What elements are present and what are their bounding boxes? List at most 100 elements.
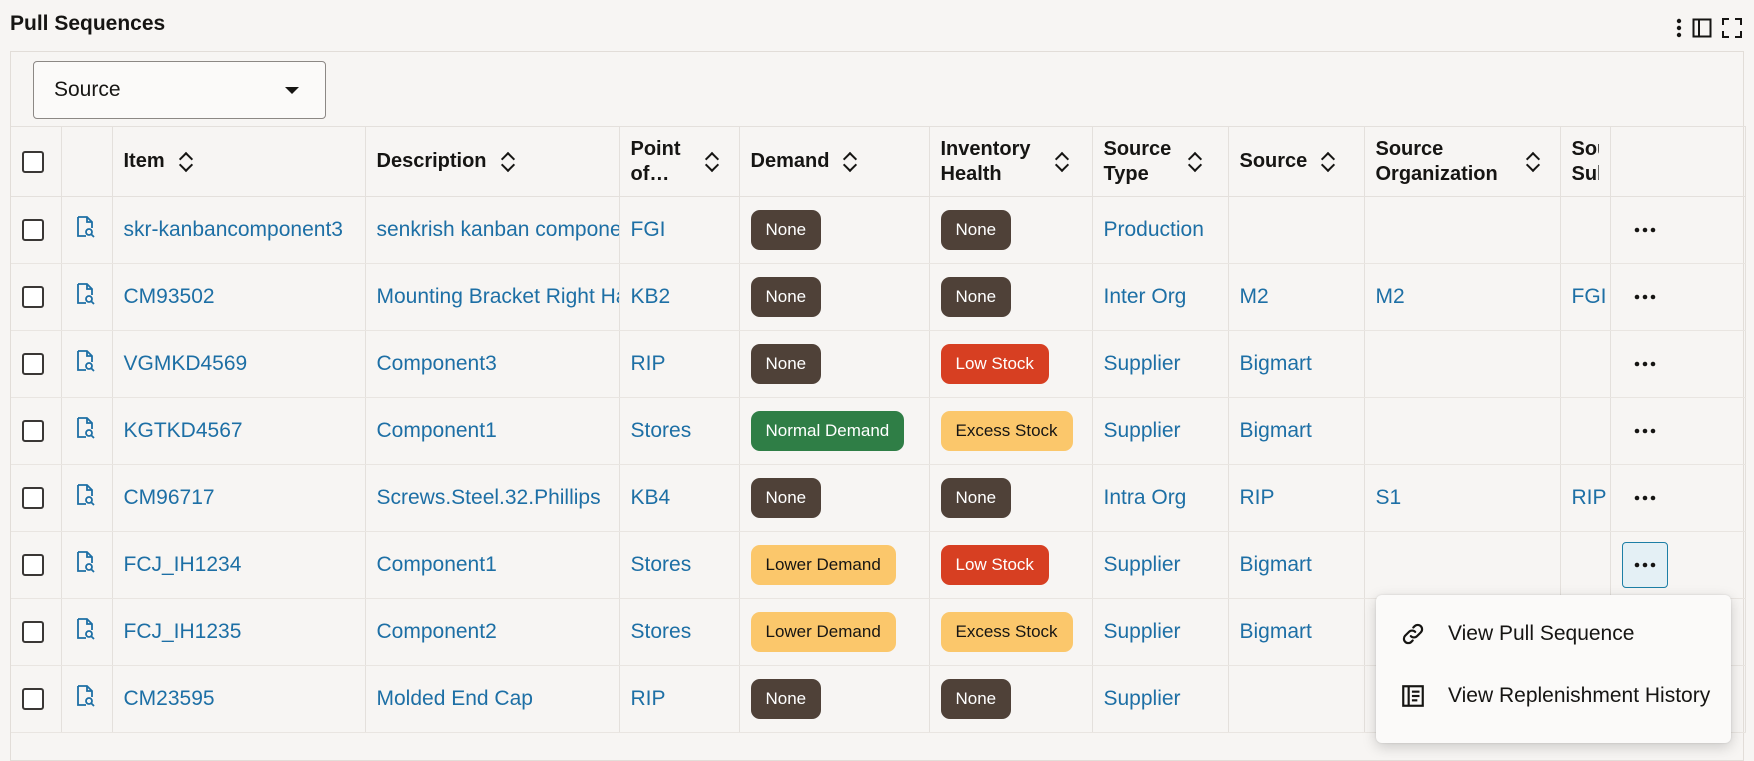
table-row[interactable]: KGTKD4567 Component1 Stores Normal Demand Ex… xyxy=(11,397,1746,465)
filter-select[interactable]: Source xyxy=(33,61,326,119)
description-link[interactable]: senkrish kanban component 3 xyxy=(377,218,619,241)
row-checkbox[interactable] xyxy=(22,420,44,443)
point-of-use-link[interactable]: FGI xyxy=(631,218,666,241)
row-checkbox[interactable] xyxy=(22,688,44,711)
column-header-point-of-use[interactable]: Point of… xyxy=(619,126,740,197)
actions-header xyxy=(1609,126,1746,197)
sort-icon[interactable] xyxy=(1321,151,1335,173)
row-checkbox[interactable] xyxy=(22,286,44,309)
item-link[interactable]: CM96717 xyxy=(124,486,215,509)
row-actions-button[interactable] xyxy=(1622,408,1668,454)
source-link[interactable]: Bigmart xyxy=(1240,553,1312,576)
column-header-inventory-health[interactable]: Inventory Health xyxy=(929,126,1093,197)
source-type-link[interactable]: Supplier xyxy=(1104,687,1181,710)
item-link[interactable]: FCJ_IH1235 xyxy=(124,620,242,643)
document-search-icon[interactable] xyxy=(73,282,97,306)
description-link[interactable]: Component2 xyxy=(377,620,497,643)
source-subinventory-link[interactable]: RIP xyxy=(1572,486,1607,509)
column-header-source-subinventory[interactable]: Source Subi xyxy=(1560,126,1611,197)
fullscreen-icon[interactable] xyxy=(1722,16,1742,40)
document-search-icon[interactable] xyxy=(73,550,97,574)
source-organization-link[interactable]: M2 xyxy=(1376,285,1405,308)
item-link[interactable]: CM23595 xyxy=(124,687,215,710)
menu-item-view-replenishment-history[interactable]: View Replenishment History xyxy=(1376,665,1731,727)
sort-icon[interactable] xyxy=(1526,151,1540,173)
description-link[interactable]: Component1 xyxy=(377,419,497,442)
sort-icon[interactable] xyxy=(843,151,857,173)
point-of-use-link[interactable]: Stores xyxy=(631,553,692,576)
row-checkbox[interactable] xyxy=(22,554,44,577)
inventory-health-badge: None xyxy=(940,277,1012,317)
source-type-link[interactable]: Supplier xyxy=(1104,620,1181,643)
source-link[interactable]: Bigmart xyxy=(1240,352,1312,375)
document-search-icon[interactable] xyxy=(73,617,97,641)
sort-icon[interactable] xyxy=(501,151,515,173)
row-checkbox[interactable] xyxy=(22,621,44,644)
item-link[interactable]: KGTKD4567 xyxy=(124,419,243,442)
document-search-icon[interactable] xyxy=(73,416,97,440)
source-type-link[interactable]: Production xyxy=(1104,218,1204,241)
sort-icon[interactable] xyxy=(1055,151,1069,173)
panel-toggle-icon[interactable] xyxy=(1692,16,1712,40)
description-link[interactable]: Component1 xyxy=(377,553,497,576)
row-checkbox[interactable] xyxy=(22,353,44,376)
table-row[interactable]: VGMKD4569 Component3 RIP None Low Stock Suppl… xyxy=(11,330,1746,398)
menu-item-view-pull-sequence[interactable]: View Pull Sequence xyxy=(1376,603,1731,665)
column-header-demand[interactable]: Demand xyxy=(739,126,930,197)
sort-icon[interactable] xyxy=(705,151,719,173)
source-type-link[interactable]: Supplier xyxy=(1104,553,1181,576)
source-organization-link-cell: S1 xyxy=(1364,464,1561,532)
kebab-menu-icon[interactable] xyxy=(1676,16,1682,40)
document-search-icon[interactable] xyxy=(73,349,97,373)
document-search-icon[interactable] xyxy=(73,684,97,708)
source-link[interactable]: RIP xyxy=(1240,486,1275,509)
source-type-link[interactable]: Intra Org xyxy=(1104,486,1187,509)
sort-icon[interactable] xyxy=(1188,151,1202,173)
source-link[interactable]: Bigmart xyxy=(1240,620,1312,643)
column-header-description[interactable]: Description xyxy=(365,126,620,197)
sort-icon[interactable] xyxy=(179,151,193,173)
point-of-use-link[interactable]: RIP xyxy=(631,687,666,710)
table-row[interactable]: CM93502 Mounting Bracket Right Hand KB2 Non… xyxy=(11,263,1746,331)
source-type-link[interactable]: Inter Org xyxy=(1104,285,1187,308)
description-link[interactable]: Mounting Bracket Right Hand xyxy=(377,285,619,308)
source-link[interactable]: M2 xyxy=(1240,285,1269,308)
row-actions-button[interactable] xyxy=(1622,274,1668,320)
point-of-use-link[interactable]: Stores xyxy=(631,620,692,643)
column-header-source-organization[interactable]: Source Organization xyxy=(1364,126,1561,197)
row-checkbox[interactable] xyxy=(22,487,44,510)
table-row[interactable]: CM96717 Screws.Steel.32.Phillips KB4 None No… xyxy=(11,464,1746,532)
document-search-icon[interactable] xyxy=(73,483,97,507)
column-header-source[interactable]: Source xyxy=(1228,126,1365,197)
table-row[interactable]: FCJ_IH1234 Component1 Stores Lower Demand Lo… xyxy=(11,531,1746,599)
row-actions-button[interactable] xyxy=(1622,341,1668,387)
item-link[interactable]: skr-kanbancomponent3 xyxy=(124,218,343,241)
description-link[interactable]: Screws.Steel.32.Phillips xyxy=(377,486,601,509)
item-link[interactable]: VGMKD4569 xyxy=(124,352,248,375)
select-all-checkbox[interactable] xyxy=(22,150,44,173)
table-row[interactable]: skr-kanbancomponent3 senkrish kanban comp… xyxy=(11,196,1746,264)
point-of-use-link[interactable]: RIP xyxy=(631,352,666,375)
item-link[interactable]: FCJ_IH1234 xyxy=(124,553,242,576)
row-actions-button[interactable] xyxy=(1621,542,1668,588)
point-of-use-link[interactable]: KB4 xyxy=(631,486,671,509)
demand-badge: Lower Demand xyxy=(750,545,896,585)
column-header-source-type[interactable]: Source Type xyxy=(1092,126,1229,197)
description-link[interactable]: Molded End Cap xyxy=(377,687,533,710)
row-checkbox[interactable] xyxy=(22,219,44,242)
document-search-icon[interactable] xyxy=(73,215,97,239)
source-type-link-cell: Intra Org xyxy=(1092,464,1229,532)
source-type-link[interactable]: Supplier xyxy=(1104,419,1181,442)
source-type-link[interactable]: Supplier xyxy=(1104,352,1181,375)
column-header-item[interactable]: Item xyxy=(112,126,366,197)
description-link[interactable]: Component3 xyxy=(377,352,497,375)
item-link[interactable]: CM93502 xyxy=(124,285,215,308)
point-of-use-link[interactable]: Stores xyxy=(631,419,692,442)
source-organization-link[interactable]: S1 xyxy=(1376,486,1402,509)
row-actions-button[interactable] xyxy=(1622,207,1668,253)
source-link[interactable]: Bigmart xyxy=(1240,419,1312,442)
point-of-use-link[interactable]: KB2 xyxy=(631,285,671,308)
source-subinventory-link[interactable]: FGI xyxy=(1572,285,1607,308)
row-actions-button[interactable] xyxy=(1622,475,1668,521)
source-link-cell: Bigmart xyxy=(1228,598,1365,666)
